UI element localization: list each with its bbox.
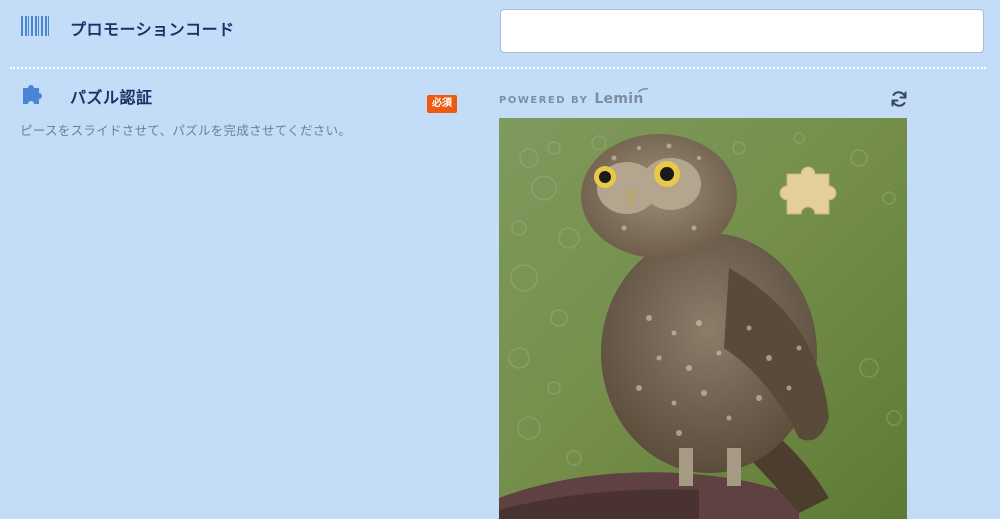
lemin-brand: Lemin [594, 88, 648, 107]
puzzle-piece-icon[interactable] [779, 158, 853, 222]
required-badge: 必須 [427, 95, 457, 113]
barcode-icon [21, 16, 49, 36]
puzzle-verification-label: パズル認証 [70, 88, 153, 107]
powered-by-lemin: POWERED BY Lemin [499, 88, 648, 107]
section-divider [10, 67, 986, 69]
puzzle-help-text: ピースをスライドさせて、パズルを完成させてください。 [20, 123, 352, 138]
refresh-icon[interactable] [889, 89, 909, 109]
promo-code-label: プロモーションコード [70, 20, 235, 39]
puzzle-icon [20, 79, 48, 107]
promo-code-input[interactable] [500, 9, 984, 53]
lemin-swoosh-icon [637, 88, 648, 93]
powered-by-text: POWERED BY [499, 95, 589, 106]
lemin-brand-text: Lemin [594, 91, 644, 107]
